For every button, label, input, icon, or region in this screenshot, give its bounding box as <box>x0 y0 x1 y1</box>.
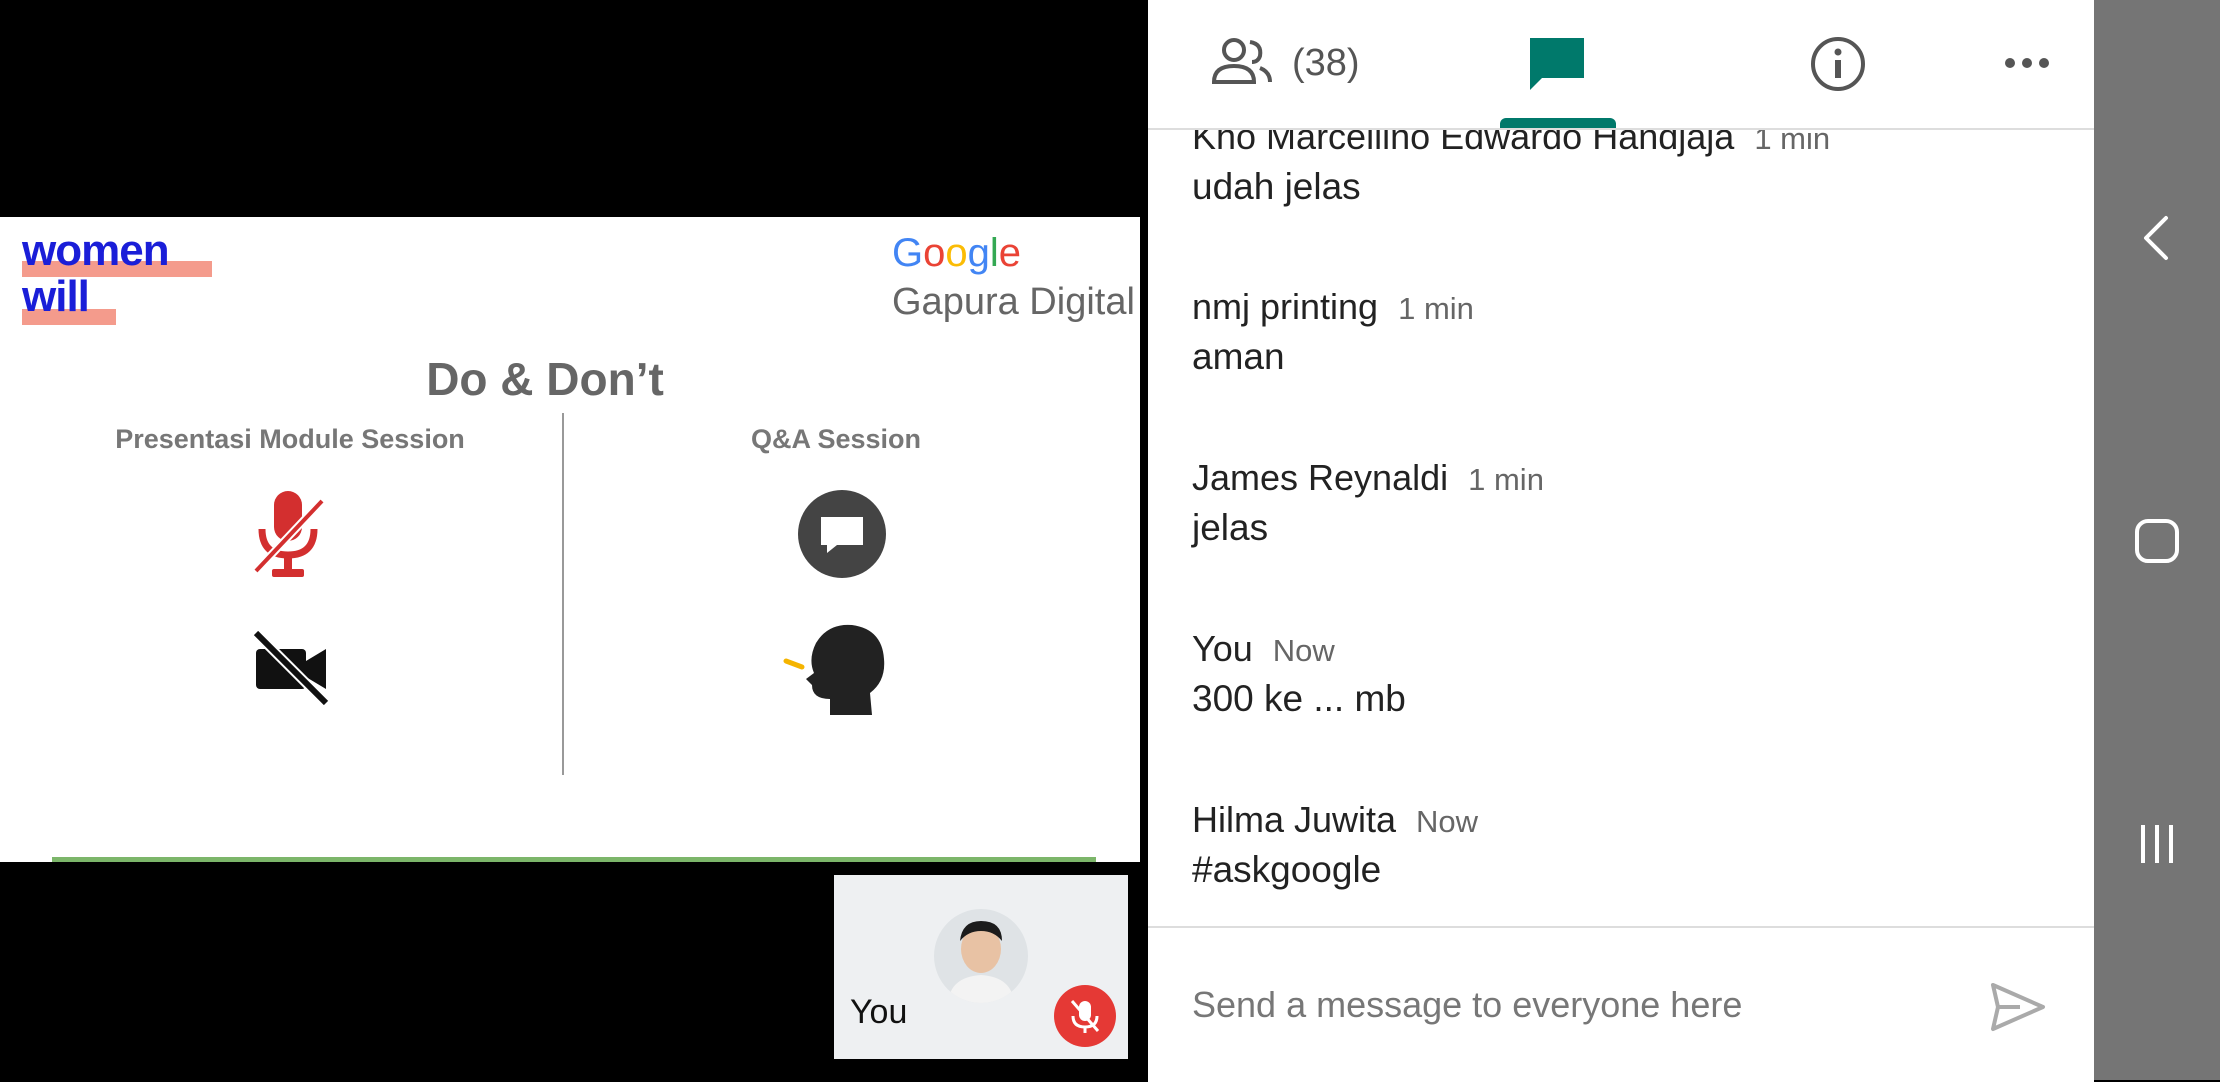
message-text: aman <box>1192 336 1285 377</box>
column-divider <box>562 413 564 775</box>
recents-icon[interactable] <box>2138 822 2176 866</box>
slide-title: Do & Don’t <box>426 353 664 405</box>
videocam-off-icon <box>252 631 330 705</box>
partner-name: Gapura Digital <box>892 281 1135 323</box>
chat-icon <box>1530 38 1584 90</box>
system-nav-bar <box>2094 0 2220 1080</box>
message-composer: Send a message to everyone here <box>1148 926 2094 1082</box>
message-time: 1 min <box>1398 291 1474 326</box>
video-stage: women will Google Gapura Digital Do & Do… <box>0 0 1148 1080</box>
right-column-heading: Q&A Session <box>750 424 922 454</box>
message-time: Now <box>1416 804 1479 839</box>
message-text: udah jelas <box>1192 166 1361 207</box>
speaking-head-icon <box>783 624 885 715</box>
more-icon <box>2005 58 2049 68</box>
avatar <box>934 909 1028 1003</box>
message-time: 1 min <box>1468 462 1544 497</box>
more-options-button[interactable] <box>1998 0 2078 128</box>
message-text: jelas <box>1192 507 1269 548</box>
tab-people[interactable]: (38) <box>1208 0 1408 128</box>
tab-info[interactable] <box>1800 0 1880 128</box>
message-text: 300 ke ... mb <box>1192 678 1406 719</box>
back-icon[interactable] <box>2140 214 2170 262</box>
sender-name: nmj printing <box>1192 286 1379 327</box>
chat-bubble-icon <box>798 490 886 578</box>
info-icon <box>1811 37 1865 91</box>
panel-tabs: (38) <box>1148 0 2094 130</box>
self-mic-status[interactable] <box>1054 985 1116 1047</box>
left-column-heading: Presentasi Module Session <box>115 424 465 454</box>
chat-message: Kho Marcellino Edwardo Handjaja 1 min uda… <box>1192 130 1830 208</box>
message-time: Now <box>1272 633 1335 668</box>
mic-off-icon <box>253 491 324 577</box>
brand-line-1: women <box>22 226 170 275</box>
message-text: #askgoogle <box>1192 849 1382 890</box>
sender-name: Hilma Juwita <box>1192 799 1397 840</box>
message-time: 1 min <box>1754 130 1831 156</box>
sender-name: James Reynaldi <box>1192 457 1449 498</box>
tab-chat[interactable] <box>1500 0 1616 128</box>
chat-message: You Now 300 ke ... mb <box>1192 628 1406 720</box>
chat-panel: (38) Kho Marcellino Edwardo Handjaja 1 mi… <box>1148 0 2094 1082</box>
send-icon[interactable] <box>1990 982 2046 1032</box>
mic-off-icon <box>1070 1000 1100 1033</box>
self-label: You <box>850 993 908 1031</box>
google-logo: Google <box>892 231 1022 275</box>
home-icon[interactable] <box>2134 518 2180 564</box>
presentation-slide: women will Google Gapura Digital Do & Do… <box>0 217 1140 862</box>
active-tab-indicator <box>1500 118 1616 128</box>
self-preview-tile[interactable]: You <box>834 875 1128 1059</box>
people-count: (38) <box>1292 42 1360 84</box>
chat-message: Hilma Juwita Now #askgoogle <box>1192 799 1478 891</box>
sender-name: Kho Marcellino Edwardo Handjaja <box>1192 130 1735 157</box>
brand-line-2: will <box>22 272 90 321</box>
chat-message-list[interactable]: Kho Marcellino Edwardo Handjaja 1 min uda… <box>1148 130 2094 926</box>
chat-message: nmj printing 1 min aman <box>1192 286 1474 378</box>
chat-message: James Reynaldi 1 min jelas <box>1192 457 1544 549</box>
slide-progress-bar <box>52 857 1096 862</box>
message-input[interactable]: Send a message to everyone here <box>1192 984 1742 1026</box>
people-icon <box>1211 38 1272 84</box>
sender-name: You <box>1192 628 1253 669</box>
